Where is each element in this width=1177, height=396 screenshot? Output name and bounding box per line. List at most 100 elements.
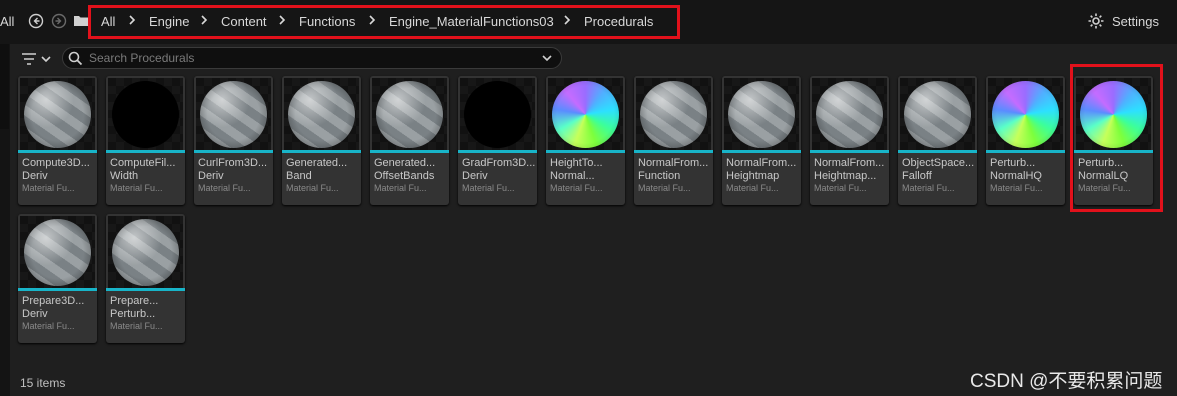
breadcrumb-all[interactable]: All xyxy=(101,14,115,29)
asset-name-line2: Heightmap... xyxy=(814,170,877,182)
asset-name-line2: Falloff xyxy=(902,170,932,182)
asset-thumbnail xyxy=(108,78,183,150)
asset-name-line1: CurlFrom3D... xyxy=(198,157,268,169)
asset-tile[interactable]: CurlFrom3D... Deriv Material Fu... xyxy=(194,76,273,205)
material-sphere-icon xyxy=(816,81,883,148)
asset-tile[interactable]: NormalFrom... Heightmap Material Fu... xyxy=(722,76,801,205)
asset-name-line1: HeightTo... xyxy=(550,157,603,169)
asset-name-line2: Width xyxy=(110,170,139,182)
asset-name-line1: NormalFrom... xyxy=(814,157,885,169)
material-sphere-icon xyxy=(552,81,619,148)
asset-tile[interactable]: NormalFrom... Function Material Fu... xyxy=(634,76,713,205)
asset-name-line1: Perturb... xyxy=(990,157,1036,169)
asset-tile[interactable]: Prepare3D... Deriv Material Fu... xyxy=(18,214,97,343)
chevron-right-icon[interactable] xyxy=(125,12,139,28)
asset-tile[interactable]: ComputeFil... Width Material Fu... xyxy=(106,76,185,205)
asset-type-label: Material Fu... xyxy=(374,183,427,193)
search-icon xyxy=(68,51,83,66)
asset-thumbnail xyxy=(108,216,183,288)
asset-type-color-bar xyxy=(194,150,273,153)
asset-name-line2: OffsetBands xyxy=(374,170,435,182)
material-sphere-icon xyxy=(112,219,179,286)
asset-tile[interactable]: GradFrom3D... Deriv Material Fu... xyxy=(458,76,537,205)
asset-type-color-bar xyxy=(810,150,889,153)
material-sphere-icon xyxy=(728,81,795,148)
left-panel-tab xyxy=(0,44,9,129)
asset-tile[interactable]: NormalFrom... Heightmap... Material Fu... xyxy=(810,76,889,205)
search-input[interactable] xyxy=(89,50,529,66)
asset-type-label: Material Fu... xyxy=(22,183,75,193)
material-sphere-icon xyxy=(24,81,91,148)
gear-icon[interactable] xyxy=(1087,12,1105,30)
asset-type-label: Material Fu... xyxy=(638,183,691,193)
chevron-down-icon[interactable] xyxy=(541,53,553,63)
back-icon[interactable] xyxy=(28,13,44,29)
material-sphere-icon xyxy=(200,81,267,148)
filter-icon[interactable] xyxy=(20,50,54,68)
breadcrumb-material-functions[interactable]: Engine_MaterialFunctions03 xyxy=(389,14,554,29)
asset-type-label: Material Fu... xyxy=(198,183,251,193)
asset-type-label: Material Fu... xyxy=(902,183,955,193)
asset-name-line1: NormalFrom... xyxy=(726,157,797,169)
asset-thumbnail xyxy=(284,78,359,150)
material-sphere-icon xyxy=(904,81,971,148)
material-sphere-icon xyxy=(376,81,443,148)
asset-thumbnail xyxy=(636,78,711,150)
asset-type-label: Material Fu... xyxy=(22,321,75,331)
settings-button[interactable]: Settings xyxy=(1112,14,1159,29)
asset-type-label: Material Fu... xyxy=(286,183,339,193)
material-sphere-icon xyxy=(24,219,91,286)
asset-name-line1: GradFrom3D... xyxy=(462,157,536,169)
asset-type-color-bar xyxy=(546,150,625,153)
asset-tile[interactable]: Compute3D... Deriv Material Fu... xyxy=(18,76,97,205)
left-panel-edge xyxy=(0,44,10,396)
asset-name-line1: Generated... xyxy=(374,157,436,169)
asset-tile[interactable]: HeightTo... Normal... Material Fu... xyxy=(546,76,625,205)
asset-name-line2: Function xyxy=(638,170,681,182)
asset-tile[interactable]: Prepare... Perturb... Material Fu... xyxy=(106,214,185,343)
asset-type-color-bar xyxy=(18,288,97,291)
asset-tile[interactable]: ObjectSpace... Falloff Material Fu... xyxy=(898,76,977,205)
forward-icon[interactable] xyxy=(51,13,67,29)
watermark: CSDN @不要积累问题 xyxy=(970,371,1163,392)
asset-thumbnail xyxy=(196,78,271,150)
asset-type-label: Material Fu... xyxy=(110,183,163,193)
asset-type-color-bar xyxy=(458,150,537,153)
asset-thumbnail xyxy=(372,78,447,150)
asset-name-line1: Prepare3D... xyxy=(22,295,85,307)
material-sphere-icon xyxy=(112,81,179,148)
item-count: 15 items xyxy=(20,376,66,390)
asset-type-color-bar xyxy=(634,150,713,153)
asset-type-label: Material Fu... xyxy=(814,183,867,193)
asset-thumbnail xyxy=(724,78,799,150)
search-box[interactable] xyxy=(62,47,562,69)
truncated-all-label[interactable]: All xyxy=(0,14,14,29)
chevron-right-icon[interactable] xyxy=(275,12,289,28)
asset-tile[interactable]: Generated... OffsetBands Material Fu... xyxy=(370,76,449,205)
asset-name-line2: NormalHQ xyxy=(990,170,1042,182)
asset-type-color-bar xyxy=(370,150,449,153)
asset-name-line2: Deriv xyxy=(22,308,48,320)
asset-name-line1: ComputeFil... xyxy=(110,157,176,169)
asset-thumbnail xyxy=(20,78,95,150)
breadcrumb-content[interactable]: Content xyxy=(221,14,267,29)
breadcrumb-functions[interactable]: Functions xyxy=(299,14,355,29)
material-sphere-icon xyxy=(464,81,531,148)
asset-type-label: Material Fu... xyxy=(726,183,779,193)
folder-icon[interactable] xyxy=(73,13,89,29)
asset-type-color-bar xyxy=(898,150,977,153)
asset-type-color-bar xyxy=(18,150,97,153)
asset-tile[interactable]: Generated... Band Material Fu... xyxy=(282,76,361,205)
breadcrumb-engine[interactable]: Engine xyxy=(149,14,189,29)
asset-name-line2: Heightmap xyxy=(726,170,780,182)
chevron-right-icon[interactable] xyxy=(365,12,379,28)
asset-type-color-bar xyxy=(986,150,1065,153)
asset-name-line2: Perturb... xyxy=(110,308,156,320)
asset-type-label: Material Fu... xyxy=(990,183,1043,193)
asset-type-label: Material Fu... xyxy=(110,321,163,331)
chevron-right-icon[interactable] xyxy=(560,12,574,28)
asset-tile[interactable]: Perturb... NormalHQ Material Fu... xyxy=(986,76,1065,205)
asset-type-label: Material Fu... xyxy=(462,183,515,193)
chevron-right-icon[interactable] xyxy=(197,12,211,28)
breadcrumb-procedurals[interactable]: Procedurals xyxy=(584,14,653,29)
